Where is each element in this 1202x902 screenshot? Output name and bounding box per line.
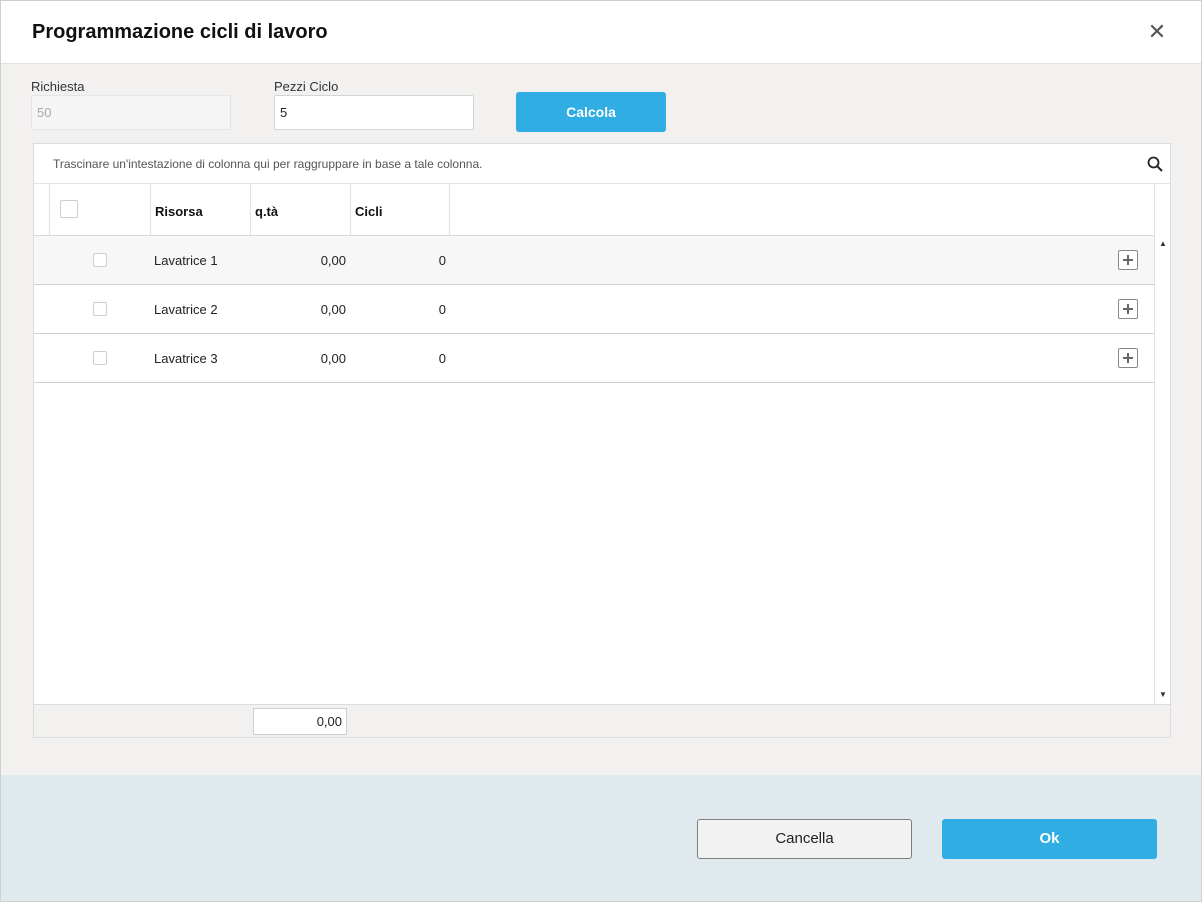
scroll-up-icon[interactable]: ▲ xyxy=(1159,239,1167,248)
row-checkbox[interactable] xyxy=(93,253,107,267)
cicli-cell: 0 xyxy=(438,351,446,366)
risorsa-cell: Lavatrice 2 xyxy=(154,302,218,317)
search-icon[interactable] xyxy=(1146,155,1164,173)
column-header-risorsa-label: Risorsa xyxy=(155,204,203,219)
calcola-button[interactable]: Calcola xyxy=(516,92,666,132)
pezzi-ciclo-label: Pezzi Ciclo xyxy=(274,79,339,94)
cicli-cell: 0 xyxy=(438,302,446,317)
column-header-cicli[interactable]: Cicli xyxy=(350,184,450,235)
group-by-panel[interactable]: Trascinare un'intestazione di colonna qu… xyxy=(34,144,1170,184)
grid-footer-row: 0,00 xyxy=(34,704,1170,737)
table-row[interactable]: Lavatrice 1 0,00 0 xyxy=(34,236,1154,285)
grid-header-row: Risorsa q.tà Cicli xyxy=(34,184,1154,236)
column-header-qta[interactable]: q.tà xyxy=(250,184,350,235)
scroll-down-icon[interactable]: ▼ xyxy=(1159,690,1167,699)
plus-square-icon[interactable] xyxy=(1118,250,1138,270)
plus-square-icon[interactable] xyxy=(1118,348,1138,368)
row-checkbox[interactable] xyxy=(93,351,107,365)
risorsa-cell: Lavatrice 1 xyxy=(154,253,218,268)
close-icon[interactable]: ✕ xyxy=(1144,19,1170,45)
ok-button[interactable]: Ok xyxy=(942,819,1157,859)
table-row[interactable]: Lavatrice 2 0,00 0 xyxy=(34,285,1154,334)
group-by-hint: Trascinare un'intestazione di colonna qu… xyxy=(53,157,483,171)
column-header-qta-label: q.tà xyxy=(255,204,279,219)
dialog-title: Programmazione cicli di lavoro xyxy=(32,21,328,43)
plus-square-icon[interactable] xyxy=(1118,299,1138,319)
qta-cell: 0,00 xyxy=(320,253,346,268)
risorsa-cell: Lavatrice 3 xyxy=(154,351,218,366)
qta-cell: 0,00 xyxy=(320,302,346,317)
resources-grid: Trascinare un'intestazione di colonna qu… xyxy=(33,143,1171,738)
qta-cell: 0,00 xyxy=(320,351,346,366)
cicli-cell: 0 xyxy=(438,253,446,268)
dialog-window: Programmazione cicli di lavoro ✕ Richies… xyxy=(0,0,1202,902)
dialog-titlebar: Programmazione cicli di lavoro ✕ xyxy=(1,1,1201,64)
select-all-checkbox[interactable] xyxy=(60,200,78,218)
column-header-cicli-label: Cicli xyxy=(355,204,383,219)
pezzi-ciclo-field[interactable]: 5 xyxy=(274,95,474,130)
qta-total: 0,00 xyxy=(253,708,347,735)
table-row[interactable]: Lavatrice 3 0,00 0 xyxy=(34,334,1154,383)
select-all-header xyxy=(49,184,150,235)
cancel-button[interactable]: Cancella xyxy=(697,819,912,859)
column-header-risorsa[interactable]: Risorsa xyxy=(150,184,250,235)
dialog-button-bar: Cancella Ok xyxy=(1,775,1201,901)
richiesta-label: Richiesta xyxy=(31,79,85,94)
row-checkbox[interactable] xyxy=(93,302,107,316)
vertical-scrollbar[interactable]: ▲ ▼ xyxy=(1154,184,1170,704)
richiesta-field: 50 xyxy=(31,95,231,130)
